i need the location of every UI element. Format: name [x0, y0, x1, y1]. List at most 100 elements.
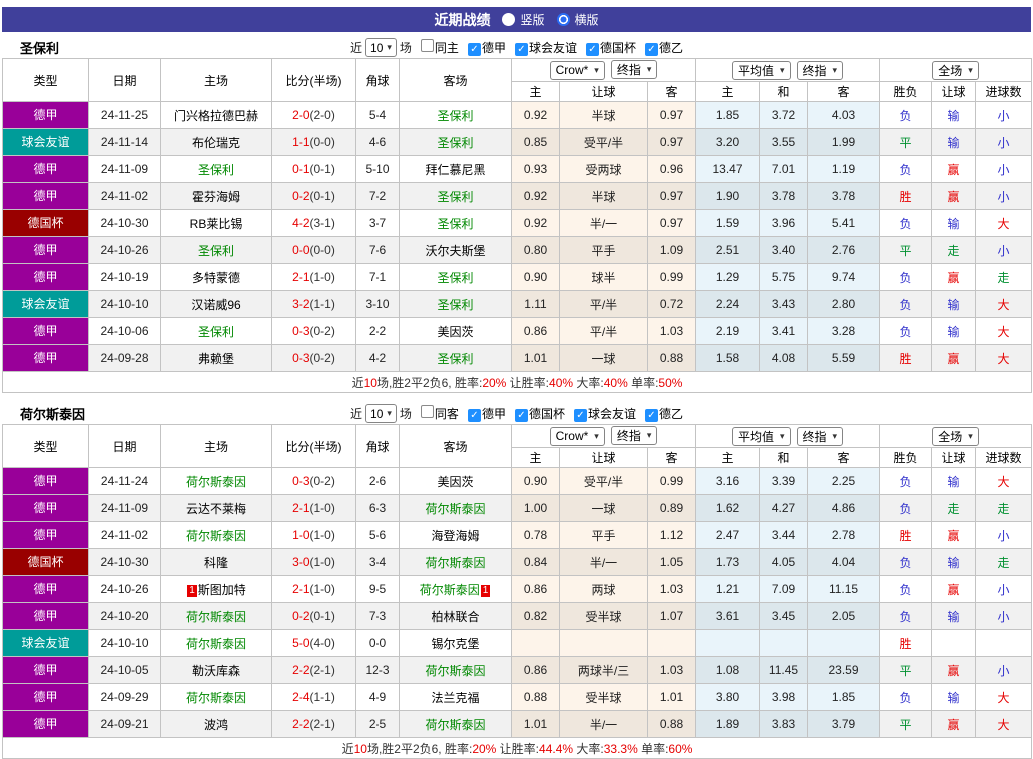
- home-team-cell: 云达不莱梅: [160, 494, 272, 522]
- corner-cell: 7-1: [355, 263, 400, 291]
- sub-column-header: 让球: [559, 81, 648, 102]
- home-team-cell: 多特蒙德: [160, 263, 272, 291]
- crow-select[interactable]: Crow* ▾: [549, 60, 605, 80]
- same-side-checkbox[interactable]: [420, 39, 434, 52]
- league-checkbox-label: 球会友谊: [587, 407, 636, 421]
- crow-select[interactable]: Crow* ▾: [549, 426, 605, 446]
- league-checkbox-label: 德乙: [658, 407, 683, 421]
- average-odds-cell: [695, 629, 760, 657]
- league-type-cell: 球会友谊: [2, 128, 89, 156]
- league-checkbox-option[interactable]: ✓ 德甲: [462, 39, 506, 56]
- result-cell: 小: [975, 128, 1033, 156]
- corner-cell: 4-6: [355, 128, 400, 156]
- fullmatch-select[interactable]: 全场 ▾: [932, 426, 979, 446]
- crow-odds-cell: 一球: [559, 494, 648, 522]
- result-value: 负: [899, 555, 912, 570]
- crow-odds-cell: 0.99: [647, 467, 696, 495]
- score-cell: 3-0(1-0): [271, 548, 356, 576]
- home-team-cell: 荷尔斯泰因: [160, 629, 272, 657]
- chevron-down-icon: ▾: [646, 64, 652, 75]
- league-checkbox-option[interactable]: ✓ 德乙: [639, 39, 683, 56]
- away-team-cell: 荷尔斯泰因: [399, 710, 512, 738]
- footer-stat-value: 20%: [472, 741, 497, 756]
- final-odds-select[interactable]: 终指 ▾: [610, 426, 658, 446]
- crow-odds-cell: 0.90: [511, 467, 560, 495]
- crow-odds-cell: 0.86: [511, 575, 560, 603]
- footer-stat-label: 近: [351, 375, 364, 390]
- home-team-name: 斯图加特: [197, 582, 246, 597]
- fulltime-score: 2-4: [292, 690, 310, 704]
- result-cell: 走: [975, 263, 1033, 291]
- league-checkbox-option[interactable]: ✓ 德国杯: [509, 405, 565, 422]
- league-checkbox-option[interactable]: ✓ 德国杯: [580, 39, 636, 56]
- match-count-select[interactable]: 10 ▾: [365, 38, 397, 57]
- date-cell: 24-11-25: [88, 101, 161, 129]
- league-checkbox-option[interactable]: ✓ 德乙: [639, 405, 683, 422]
- column-header: 客场: [399, 424, 512, 468]
- league-checkbox[interactable]: ✓: [644, 43, 658, 56]
- average-odds-cell: 1.08: [695, 656, 760, 684]
- score-cell: 0-2(0-1): [271, 602, 356, 630]
- home-team-name: 云达不莱梅: [185, 501, 246, 516]
- away-team-name: 圣保利: [437, 270, 474, 285]
- sub-column-header: 客: [647, 81, 696, 102]
- league-type-cell: 德甲: [2, 494, 89, 522]
- home-team-cell: 勒沃库森: [160, 656, 272, 684]
- home-team-name: 圣保利: [197, 324, 234, 339]
- result-value: 小: [997, 243, 1010, 258]
- radio-vertical-layout[interactable]: 竖版: [502, 11, 545, 28]
- result-cell: 负: [879, 290, 933, 318]
- result-value: 胜: [899, 189, 912, 204]
- fullmatch-select[interactable]: 全场 ▾: [932, 60, 979, 80]
- radio-horizontal-layout[interactable]: 横版: [556, 11, 599, 28]
- halftime-score: (0-0): [309, 135, 335, 149]
- final-odds-select[interactable]: 终指 ▾: [796, 426, 844, 446]
- same-side-checkbox-option[interactable]: 同主: [415, 39, 459, 56]
- average-select[interactable]: 平均值 ▾: [731, 426, 791, 446]
- result-cell: 小: [975, 155, 1033, 183]
- final-odds-select[interactable]: 终指 ▾: [610, 60, 658, 80]
- league-checkbox-option[interactable]: ✓ 球会友谊: [509, 39, 577, 56]
- home-team-cell: 布伦瑞克: [160, 128, 272, 156]
- league-checkbox[interactable]: ✓: [467, 43, 481, 56]
- league-checkbox[interactable]: ✓: [514, 43, 528, 56]
- column-header: 主场: [160, 58, 272, 102]
- result-cell: [931, 629, 977, 657]
- league-badge: 德国杯: [3, 210, 88, 236]
- league-checkbox-option[interactable]: ✓ 德甲: [462, 405, 506, 422]
- column-header: 角球: [355, 424, 400, 468]
- crow-odds-cell: 1.01: [647, 683, 696, 711]
- league-checkbox[interactable]: ✓: [644, 409, 658, 422]
- final-odds-select[interactable]: 终指 ▾: [796, 60, 844, 80]
- fullmatch-group-header: 全场 ▾: [879, 58, 1033, 82]
- crow-odds-cell: 0.92: [511, 209, 560, 237]
- result-value: 小: [997, 663, 1010, 678]
- average-select[interactable]: 平均值 ▾: [731, 60, 791, 80]
- same-side-checkbox-option[interactable]: 同客: [415, 405, 459, 422]
- sub-column-header: 主: [695, 447, 760, 468]
- league-checkbox[interactable]: ✓: [467, 409, 481, 422]
- match-count-select[interactable]: 10 ▾: [365, 404, 397, 423]
- results-table: 类型 日期 主场 比分(半场) 角球 客场 Crow* ▾ 终指 ▾ 平均值 ▾ 终指 ▾ 全场 ▾ 主让球客主…: [1, 424, 1033, 759]
- crow-odds-cell: [647, 629, 696, 657]
- league-checkbox[interactable]: ✓: [514, 409, 528, 422]
- result-value: 小: [997, 162, 1010, 177]
- league-checkbox-option[interactable]: ✓ 球会友谊: [568, 405, 636, 422]
- result-cell: [975, 629, 1033, 657]
- crow-odds-cell: 0.92: [511, 182, 560, 210]
- league-type-cell: 德甲: [2, 344, 89, 372]
- league-checkbox[interactable]: ✓: [585, 43, 599, 56]
- section-title-row: 圣保利近 10 ▾ 场同主 ✓ 德甲 ✓ 球会友谊 ✓ 德国杯 ✓ 德乙: [2, 37, 1031, 58]
- score-cell: 0-1(0-1): [271, 155, 356, 183]
- result-value: 输: [947, 324, 960, 339]
- league-type-cell: 球会友谊: [2, 629, 89, 657]
- chevron-down-icon: ▾: [968, 430, 973, 441]
- footer-summary: 近10场,胜2平2负6, 胜率:20% 让胜率:40% 大率:40% 单率:50…: [1, 371, 1033, 393]
- crow-select-value: Crow*: [555, 63, 589, 78]
- home-team-cell: 波鸿: [160, 710, 272, 738]
- footer-stat-value: 10: [353, 741, 367, 756]
- average-odds-cell: 3.78: [759, 182, 808, 210]
- league-checkbox[interactable]: ✓: [573, 409, 587, 422]
- same-side-checkbox[interactable]: [420, 405, 434, 418]
- result-cell: 输: [931, 602, 977, 630]
